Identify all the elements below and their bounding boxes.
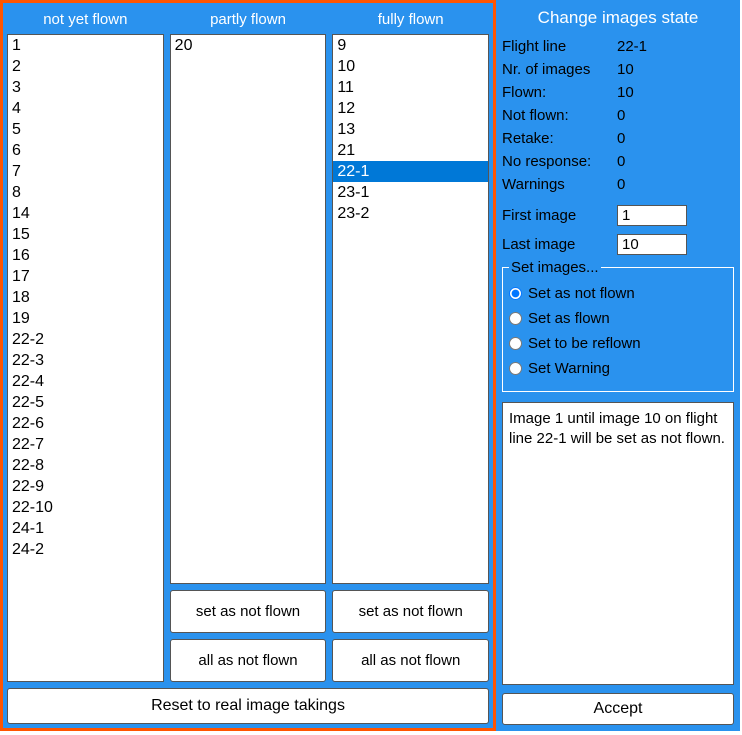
panel-title: Change images state [502, 6, 734, 38]
first-image-input[interactable] [617, 205, 687, 226]
list-item[interactable]: 24-2 [8, 539, 163, 560]
set-images-legend: Set images... [509, 259, 601, 276]
list-item[interactable]: 22-7 [8, 434, 163, 455]
last-image-label: Last image [502, 236, 617, 253]
list-item[interactable]: 1 [8, 35, 163, 56]
radio-warning-input[interactable] [509, 362, 522, 375]
list-item[interactable]: 18 [8, 287, 163, 308]
radio-reflown[interactable]: Set to be reflown [509, 331, 727, 356]
list-item[interactable]: 17 [8, 266, 163, 287]
nr-images-label: Nr. of images [502, 61, 617, 78]
partly-flown-column: partly flown 20 set as not flown all as … [170, 7, 327, 682]
list-item[interactable]: 23-1 [333, 182, 488, 203]
fully-set-not-flown-button[interactable]: set as not flown [332, 590, 489, 633]
list-item[interactable]: 23-2 [333, 203, 488, 224]
not-yet-flown-column: not yet flown 1234567814151617181922-222… [7, 7, 164, 682]
list-item[interactable]: 21 [333, 140, 488, 161]
list-item[interactable]: 22-3 [8, 350, 163, 371]
list-item[interactable]: 3 [8, 77, 163, 98]
radio-reflown-label: Set to be reflown [528, 335, 641, 352]
partly-flown-list[interactable]: 20 [170, 34, 327, 584]
first-image-label: First image [502, 207, 617, 224]
partly-set-not-flown-button[interactable]: set as not flown [170, 590, 327, 633]
fully-flown-header: fully flown [332, 7, 489, 34]
list-item[interactable]: 6 [8, 140, 163, 161]
list-item[interactable]: 22-8 [8, 455, 163, 476]
list-item[interactable]: 20 [171, 35, 326, 56]
not-flown-value: 0 [617, 107, 734, 124]
list-item[interactable]: 5 [8, 119, 163, 140]
warnings-value: 0 [617, 176, 734, 193]
radio-not-flown[interactable]: Set as not flown [509, 281, 727, 306]
list-item[interactable]: 22-5 [8, 392, 163, 413]
info-grid: Flight line 22-1 Nr. of images 10 Flown:… [502, 38, 734, 193]
list-item[interactable]: 7 [8, 161, 163, 182]
list-item[interactable]: 22-9 [8, 476, 163, 497]
radio-reflown-input[interactable] [509, 337, 522, 350]
radio-not-flown-label: Set as not flown [528, 285, 635, 302]
fully-flown-column: fully flown 9101112132122-123-123-2 set … [332, 7, 489, 682]
list-item[interactable]: 14 [8, 203, 163, 224]
list-item[interactable]: 16 [8, 245, 163, 266]
partly-flown-header: partly flown [170, 7, 327, 34]
retake-label: Retake: [502, 130, 617, 147]
nr-images-value: 10 [617, 61, 734, 78]
list-item[interactable]: 19 [8, 308, 163, 329]
no-response-label: No response: [502, 153, 617, 170]
radio-flown-label: Set as flown [528, 310, 610, 327]
list-item[interactable]: 11 [333, 77, 488, 98]
list-item[interactable]: 15 [8, 224, 163, 245]
no-response-value: 0 [617, 153, 734, 170]
list-item[interactable]: 4 [8, 98, 163, 119]
radio-not-flown-input[interactable] [509, 287, 522, 300]
fully-all-not-flown-button[interactable]: all as not flown [332, 639, 489, 682]
flown-value: 10 [617, 84, 734, 101]
change-state-panel: Change images state Flight line 22-1 Nr.… [496, 0, 740, 731]
not-flown-label: Not flown: [502, 107, 617, 124]
radio-warning-label: Set Warning [528, 360, 610, 377]
flight-line-value: 22-1 [617, 38, 734, 55]
list-item[interactable]: 9 [333, 35, 488, 56]
last-image-input[interactable] [617, 234, 687, 255]
radio-flown-input[interactable] [509, 312, 522, 325]
set-images-fieldset: Set images... Set as not flown Set as fl… [502, 267, 734, 392]
list-item[interactable]: 22-1 [333, 161, 488, 182]
not-yet-flown-header: not yet flown [7, 7, 164, 34]
flown-label: Flown: [502, 84, 617, 101]
warnings-label: Warnings [502, 176, 617, 193]
retake-value: 0 [617, 130, 734, 147]
reset-button[interactable]: Reset to real image takings [7, 688, 489, 724]
flight-line-label: Flight line [502, 38, 617, 55]
list-item[interactable]: 22-6 [8, 413, 163, 434]
list-item[interactable]: 2 [8, 56, 163, 77]
fully-flown-list[interactable]: 9101112132122-123-123-2 [332, 34, 489, 584]
partly-all-not-flown-button[interactable]: all as not flown [170, 639, 327, 682]
not-yet-flown-list[interactable]: 1234567814151617181922-222-322-422-522-6… [7, 34, 164, 682]
flown-state-panel: not yet flown 1234567814151617181922-222… [0, 0, 496, 731]
list-item[interactable]: 12 [333, 98, 488, 119]
radio-warning[interactable]: Set Warning [509, 356, 727, 381]
list-item[interactable]: 13 [333, 119, 488, 140]
list-item[interactable]: 22-2 [8, 329, 163, 350]
list-item[interactable]: 22-10 [8, 497, 163, 518]
summary-text: Image 1 until image 10 on flight line 22… [502, 402, 734, 685]
list-item[interactable]: 8 [8, 182, 163, 203]
accept-button[interactable]: Accept [502, 693, 734, 725]
list-item[interactable]: 22-4 [8, 371, 163, 392]
radio-flown[interactable]: Set as flown [509, 306, 727, 331]
list-item[interactable]: 10 [333, 56, 488, 77]
list-item[interactable]: 24-1 [8, 518, 163, 539]
